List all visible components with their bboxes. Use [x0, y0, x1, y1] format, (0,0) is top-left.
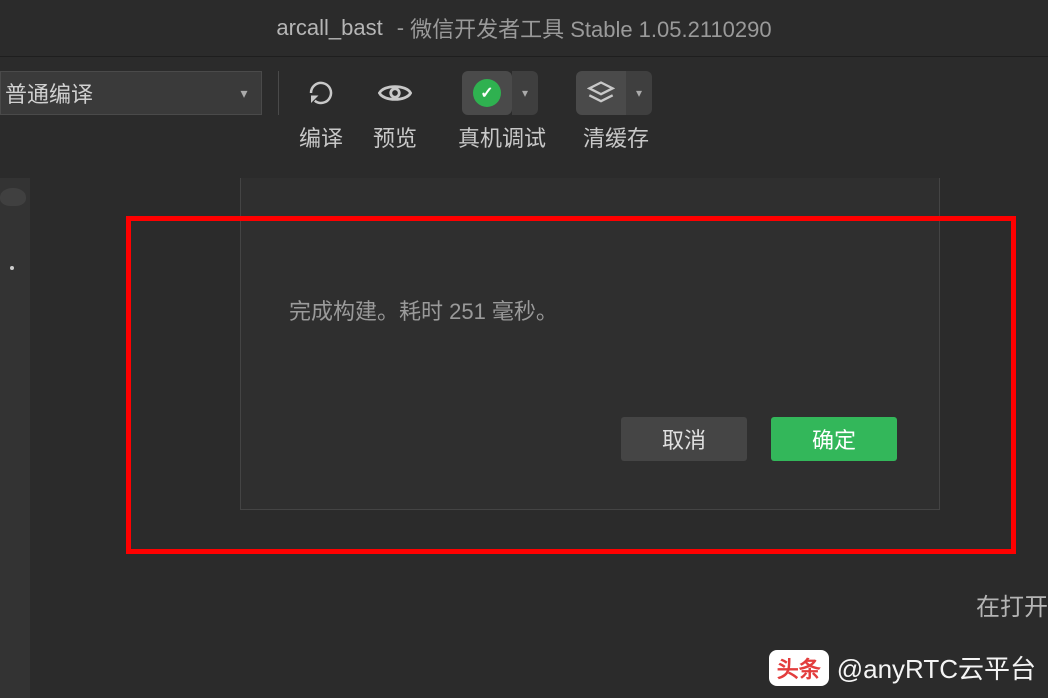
title-separator: - [397, 15, 404, 41]
clear-cache-dropdown[interactable]: ▾ [626, 71, 652, 115]
left-sidebar [0, 178, 30, 698]
clear-cache-button[interactable]: ▾ [576, 71, 652, 115]
status-text-partial: 在打开 [976, 587, 1048, 622]
title-bar: arcall_bast - 微信开发者工具 Stable 1.05.211029… [0, 0, 1048, 56]
watermark: 头条 @anyRTC云平台 [769, 649, 1036, 686]
content-area: 完成构建。耗时 251 毫秒。 取消 确定 在打开 [30, 178, 1048, 694]
compile-button[interactable] [292, 71, 350, 115]
eye-icon [378, 81, 412, 105]
watermark-handle: @anyRTC云平台 [837, 649, 1036, 686]
toolbar-divider [278, 71, 279, 115]
refresh-icon [306, 78, 336, 108]
chevron-down-icon: ▾ [227, 85, 261, 102]
toolbar: 普通编译 ▾ 编译 预览 ✓ ▾ 真机调试 ▾ 清缓存 [0, 56, 1048, 176]
cancel-button[interactable]: 取消 [621, 417, 747, 461]
project-name: arcall_bast [276, 15, 382, 41]
cloud-icon [0, 188, 26, 206]
preview-label: 预览 [360, 121, 430, 153]
compile-mode-dropdown[interactable]: 普通编译 ▾ [0, 71, 262, 115]
preview-button[interactable] [366, 71, 424, 115]
app-name-version: 微信开发者工具 Stable 1.05.2110290 [410, 12, 772, 44]
watermark-badge: 头条 [769, 650, 829, 686]
layers-icon [587, 81, 615, 105]
check-circle-icon: ✓ [473, 79, 501, 107]
build-result-dialog: 完成构建。耗时 251 毫秒。 取消 确定 [240, 178, 940, 510]
compile-label: 编译 [286, 121, 356, 153]
remote-debug-button[interactable]: ✓ [462, 71, 512, 115]
indicator-dot [10, 266, 14, 270]
clear-cache-label: 清缓存 [576, 121, 656, 153]
ok-button[interactable]: 确定 [771, 417, 897, 461]
remote-debug-label: 真机调试 [454, 121, 550, 153]
dialog-actions: 取消 确定 [621, 417, 897, 461]
compile-mode-label: 普通编译 [5, 77, 227, 109]
dialog-message: 完成构建。耗时 251 毫秒。 [289, 294, 558, 326]
remote-debug-dropdown[interactable]: ▾ [512, 71, 538, 115]
